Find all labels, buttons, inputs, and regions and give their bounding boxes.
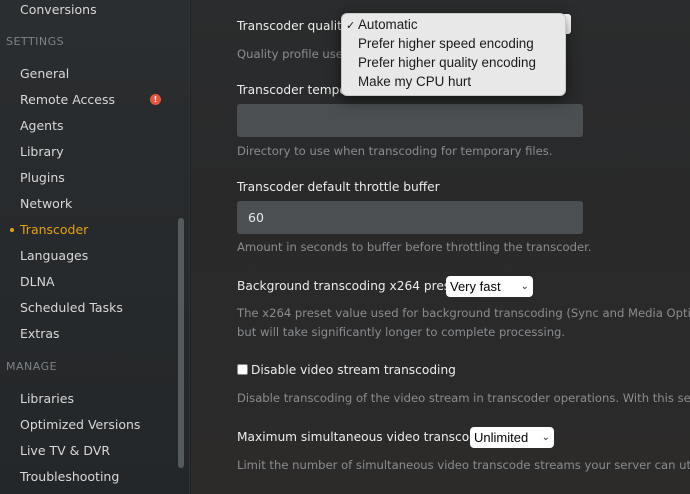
max-transcode-select[interactable]: Unlimited ⌄ — [470, 427, 554, 448]
throttle-buffer-input[interactable]: 60 — [237, 201, 583, 234]
sidebar-scrollbar[interactable] — [178, 218, 184, 468]
max-transcode-help: Limit the number of simultaneous video t… — [237, 458, 690, 472]
warning-icon: ! — [150, 94, 161, 105]
throttle-buffer-label: Transcoder default throttle buffer — [237, 180, 440, 194]
sidebar-scrollbar-thumb[interactable] — [178, 218, 184, 468]
disable-video-transcoding-help: Disable transcoding of the video stream … — [237, 391, 690, 405]
active-indicator-dot — [10, 228, 14, 232]
sidebar-item-languages[interactable]: Languages — [20, 247, 88, 265]
disable-video-transcoding-label[interactable]: Disable video stream transcoding — [251, 363, 456, 377]
sidebar-item-general[interactable]: General — [20, 65, 69, 83]
sidebar-item-scheduled-tasks[interactable]: Scheduled Tasks — [20, 299, 123, 317]
transcoder-temp-dir-label: Transcoder tempor — [237, 83, 352, 97]
transcoder-quality-dropdown-menu[interactable]: ✓ Automatic Prefer higher speed encoding… — [341, 13, 566, 96]
sidebar-item-dlna[interactable]: DLNA — [20, 273, 55, 291]
sidebar-item-troubleshooting[interactable]: Troubleshooting — [20, 468, 119, 486]
sidebar: Conversions SETTINGS General Remote Acce… — [0, 0, 190, 494]
chevron-down-icon: ⌄ — [520, 281, 529, 292]
sidebar-item-plugins[interactable]: Plugins — [20, 169, 65, 187]
checkmark-icon: ✓ — [346, 19, 356, 32]
disable-video-transcoding-checkbox[interactable] — [237, 364, 248, 375]
sidebar-item-live-tv-dvr[interactable]: Live TV & DVR — [20, 442, 110, 460]
transcoder-quality-label: Transcoder quality — [237, 19, 350, 33]
throttle-buffer-help: Amount in seconds to buffer before throt… — [237, 240, 592, 254]
sidebar-section-manage: MANAGE — [6, 360, 58, 373]
transcoder-temp-dir-input[interactable] — [237, 104, 583, 137]
sidebar-item-extras[interactable]: Extras — [20, 325, 60, 343]
sidebar-item-optimized-versions[interactable]: Optimized Versions — [20, 416, 140, 434]
x264-preset-help-line1: The x264 preset value used for backgroun… — [237, 306, 690, 320]
transcoder-temp-dir-help: Directory to use when transcoding for te… — [237, 144, 553, 158]
sidebar-item-agents[interactable]: Agents — [20, 117, 64, 135]
sidebar-item-conversions[interactable]: Conversions — [20, 1, 97, 19]
sidebar-item-remote-access[interactable]: Remote Access — [20, 91, 115, 109]
x264-preset-help-line2: but will take significantly longer to co… — [237, 325, 566, 339]
x264-preset-label: Background transcoding x264 preset — [237, 279, 463, 293]
quality-option-quality[interactable]: Prefer higher quality encoding — [358, 54, 536, 72]
x264-preset-select[interactable]: Very fast ⌄ — [446, 276, 533, 297]
sidebar-item-transcoder[interactable]: Transcoder — [20, 221, 88, 239]
sidebar-section-settings: SETTINGS — [6, 35, 65, 48]
max-transcode-label: Maximum simultaneous video transcode — [237, 430, 485, 444]
sidebar-item-network[interactable]: Network — [20, 195, 72, 213]
sidebar-item-library[interactable]: Library — [20, 143, 64, 161]
quality-option-speed[interactable]: Prefer higher speed encoding — [358, 35, 534, 53]
sidebar-item-libraries[interactable]: Libraries — [20, 390, 74, 408]
transcoder-quality-help: Quality profile used — [237, 47, 351, 61]
max-transcode-value: Unlimited — [474, 430, 529, 445]
quality-option-automatic[interactable]: Automatic — [358, 16, 418, 34]
x264-preset-value: Very fast — [450, 279, 501, 294]
chevron-down-icon: ⌄ — [541, 432, 550, 443]
quality-option-cpu-hurt[interactable]: Make my CPU hurt — [358, 73, 471, 91]
